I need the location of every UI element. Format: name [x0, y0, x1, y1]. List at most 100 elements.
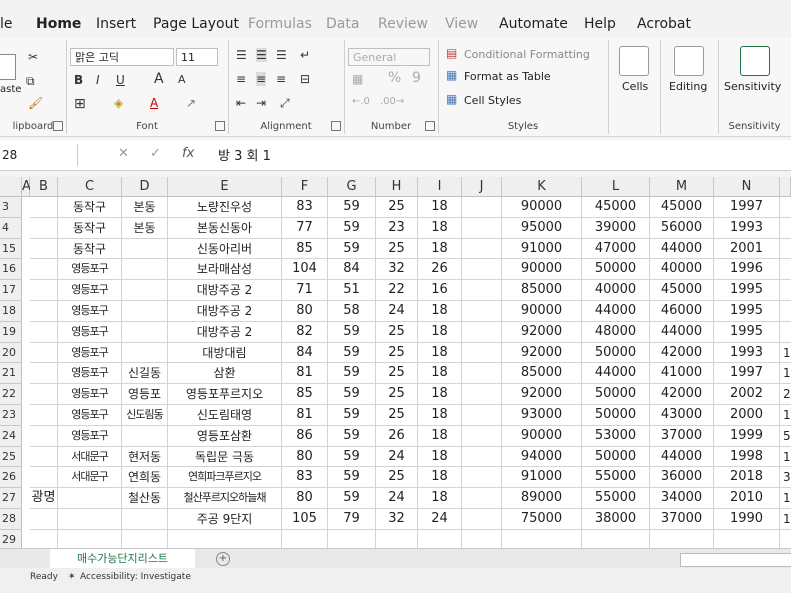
cell-g23[interactable]: 59	[328, 405, 376, 426]
cell-g25[interactable]: 59	[328, 446, 376, 468]
cell-l25[interactable]: 50000	[582, 446, 650, 468]
cell-j26[interactable]	[462, 467, 502, 489]
cell-i15[interactable]: 18	[418, 238, 462, 260]
cell-overflow[interactable]: 1818	[780, 509, 791, 530]
cell-g15[interactable]: 59	[328, 238, 376, 260]
cell-j23[interactable]	[462, 405, 502, 426]
align-bottom-icon[interactable]: ☰	[276, 48, 287, 62]
cell-c28[interactable]	[58, 509, 122, 530]
cell-n18[interactable]: 1995	[714, 301, 780, 322]
merge-center-icon[interactable]: ⊟	[300, 72, 310, 86]
bold-button[interactable]: B	[74, 73, 83, 87]
sensitivity-button[interactable]: Sensitivity	[724, 80, 781, 93]
format-icon[interactable]: ↗	[186, 96, 196, 110]
cell-c17[interactable]: 영등포구	[58, 280, 122, 301]
cell-c15[interactable]: 동작구	[58, 238, 122, 260]
accessibility-status[interactable]: Accessibility: Investigate	[80, 572, 191, 582]
cell-l20[interactable]: 50000	[582, 342, 650, 364]
cell-c26[interactable]: 서대문구	[58, 467, 122, 489]
cell-n28[interactable]: 1990	[714, 509, 780, 530]
cell-g19[interactable]: 59	[328, 321, 376, 343]
row-header[interactable]: 20	[0, 342, 22, 364]
cell-overflow[interactable]: 1	[780, 363, 791, 385]
cancel-icon[interactable]: ✕	[118, 146, 129, 161]
cell-c19[interactable]: 영등포구	[58, 321, 122, 343]
cell-d19[interactable]	[122, 321, 168, 343]
currency-icon[interactable]: ▦	[352, 72, 363, 86]
worksheet-grid[interactable]: A B C D E F G H I J K L M N 3 동작구 본동 노량진우성 83 59 25 18 90000 45…	[0, 177, 791, 572]
row-header[interactable]: 17	[0, 280, 22, 301]
cell-b28[interactable]	[30, 509, 58, 530]
cell-d17[interactable]	[122, 280, 168, 301]
cell-b23[interactable]	[30, 405, 58, 426]
cell-i20[interactable]: 18	[418, 342, 462, 364]
cell-l18[interactable]: 44000	[582, 301, 650, 322]
cell-j4[interactable]	[462, 217, 502, 239]
cell-n25[interactable]: 1998	[714, 446, 780, 468]
cell-h24[interactable]: 26	[376, 425, 418, 447]
cell-i16[interactable]: 26	[418, 259, 462, 281]
cell-overflow[interactable]	[780, 218, 791, 239]
cell-l24[interactable]: 53000	[582, 425, 650, 447]
cell-h19[interactable]: 25	[376, 321, 418, 343]
cell-g28[interactable]: 79	[328, 509, 376, 530]
cell-h4[interactable]: 23	[376, 217, 418, 239]
cell-n22[interactable]: 2002	[714, 384, 780, 405]
cell-g22[interactable]: 59	[328, 384, 376, 405]
cell-m15[interactable]: 44000	[650, 238, 714, 260]
cell-overflow[interactable]	[780, 197, 791, 218]
cell-overflow[interactable]	[780, 322, 791, 343]
column-header-d[interactable]: D	[122, 177, 168, 197]
cell-j21[interactable]	[462, 363, 502, 385]
cell-b26[interactable]	[30, 467, 58, 489]
tab-page-layout[interactable]: Page Layout	[153, 16, 239, 32]
column-header-e[interactable]: E	[168, 177, 282, 197]
alignment-launcher-icon[interactable]	[331, 121, 341, 131]
tab-review[interactable]: Review	[378, 16, 428, 32]
format-as-table-button[interactable]: Format as Table	[464, 70, 551, 83]
cell-b4[interactable]	[30, 217, 58, 239]
check-icon[interactable]: ✓	[150, 146, 161, 161]
number-format-combo[interactable]: General	[348, 48, 430, 66]
cell-d18[interactable]	[122, 301, 168, 322]
font-color-button[interactable]: A	[150, 96, 158, 110]
cell-k21[interactable]: 85000	[502, 363, 582, 385]
column-header-j[interactable]: J	[462, 177, 502, 197]
cell-l28[interactable]: 38000	[582, 509, 650, 530]
column-header-f[interactable]: F	[282, 177, 328, 197]
conditional-formatting-icon[interactable]: ▤	[446, 46, 457, 60]
align-top-icon[interactable]: ☰	[236, 48, 247, 62]
cell-c22[interactable]: 영등포구	[58, 384, 122, 405]
grow-font-button[interactable]: A	[154, 71, 164, 87]
decrease-indent-icon[interactable]: ⇤	[236, 96, 246, 110]
cell-b24[interactable]	[30, 425, 58, 447]
cell-n4[interactable]: 1993	[714, 217, 780, 239]
fill-color-icon[interactable]: ◈	[114, 96, 123, 110]
cell-j17[interactable]	[462, 280, 502, 301]
cell-i28[interactable]: 24	[418, 509, 462, 530]
comma-button[interactable]: 9	[412, 70, 421, 86]
cell-m3[interactable]: 45000	[650, 197, 714, 218]
name-box[interactable]: 28	[0, 144, 78, 166]
accessibility-icon[interactable]: ✶	[68, 572, 76, 582]
cell-j19[interactable]	[462, 321, 502, 343]
borders-icon[interactable]: ⊞	[74, 96, 86, 112]
cell-k23[interactable]: 93000	[502, 405, 582, 426]
cell-i21[interactable]: 18	[418, 363, 462, 385]
cell-l22[interactable]: 50000	[582, 384, 650, 405]
cell-l21[interactable]: 44000	[582, 363, 650, 385]
cell-d25[interactable]: 현저동	[122, 446, 168, 468]
cell-c21[interactable]: 영등포구	[58, 363, 122, 385]
cell-c27[interactable]	[58, 488, 122, 509]
cell-j16[interactable]	[462, 259, 502, 281]
cell-overflow[interactable]	[780, 280, 791, 301]
cell-k26[interactable]: 91000	[502, 467, 582, 489]
decrease-decimal-icon[interactable]: .00→	[380, 96, 404, 107]
clipboard-launcher-icon[interactable]	[53, 121, 63, 131]
cell-k22[interactable]: 92000	[502, 384, 582, 405]
cell-e23[interactable]: 신도림태영	[168, 405, 282, 426]
cell-n19[interactable]: 1995	[714, 321, 780, 343]
cell-h21[interactable]: 25	[376, 363, 418, 385]
cell-f16[interactable]: 104	[282, 259, 328, 281]
align-right-icon[interactable]: ≡	[276, 72, 286, 86]
